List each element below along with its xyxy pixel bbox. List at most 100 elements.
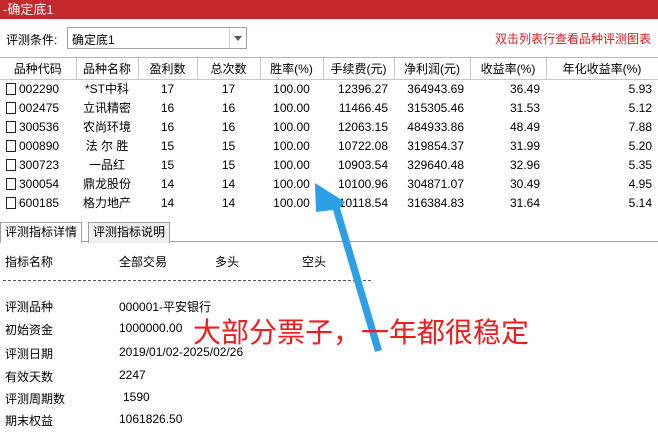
document-icon [6,177,16,190]
divider [3,280,371,281]
document-icon [6,101,16,114]
cell-return-rate: 31.64 [509,195,540,210]
cell-total-count: 17 [221,81,236,96]
document-icon [6,120,16,133]
col-header-win-rate[interactable]: 胜率(%) [260,58,324,80]
detail-header-metric: 指标名称 [5,255,54,269]
cell-return-rate: 31.53 [509,100,540,115]
condition-select[interactable]: 确定底1 [67,27,247,49]
table-row[interactable]: 300723 一品红 15 15 100.00 10903.54 329640.48 32.9… [0,155,658,174]
detail-label: 有效天数 [5,370,54,384]
detail-value: 1000000.00 [119,321,183,335]
cell-stock-code: 002290 [0,79,76,98]
cell-total-count: 16 [221,119,236,134]
cell-annual-return: 5.20 [628,138,652,153]
cell-annual-return: 4.95 [628,176,652,191]
cell-annual-return: 5.93 [628,81,652,96]
cell-annual-return: 5.12 [628,100,652,115]
condition-select-value: 确定底1 [72,33,115,47]
cell-win-rate: 100.00 [273,195,310,210]
cell-profit-count: 17 [160,81,175,96]
col-header-profit-count[interactable]: 盈利数 [138,58,198,80]
cell-return-rate: 31.99 [509,138,540,153]
col-header-net-profit[interactable]: 净利润(元) [394,58,471,80]
detail-header-short: 空头 [302,255,327,269]
cell-text: 300723 [19,157,60,172]
col-header-return[interactable]: 收益率(%) [470,58,547,80]
cell-annual-return: 5.35 [628,157,652,172]
cell-fee: 10722.08 [337,138,388,153]
cell-stock-name: 鼎龙股份 [82,177,131,191]
col-header-annual-return[interactable]: 年化收益率(%) [546,58,658,80]
cell-net-profit: 364943.69 [407,81,464,96]
cell-text: 600185 [19,195,60,210]
cell-stock-code: 300536 [0,117,76,136]
cell-stock-code: 300054 [0,174,76,193]
table-header-row: 品种代码 品种名称 盈利数 总次数 胜率(%) 手续费(元) 净利润(元) 收益… [0,58,658,80]
result-table: 品种代码 品种名称 盈利数 总次数 胜率(%) 手续费(元) 净利润(元) 收益… [0,57,658,214]
detail-tabs: 评测指标详情 评测指标说明 [0,220,658,244]
detail-label: 期末权益 [5,414,54,428]
cell-win-rate: 100.00 [273,138,310,153]
cell-stock-code: 600185 [0,193,76,212]
cell-profit-count: 15 [160,138,175,153]
cell-text: 300054 [19,176,60,191]
cell-total-count: 15 [221,157,236,172]
detail-header-long: 多头 [215,255,240,269]
cell-text: 000890 [19,138,60,153]
toolbar: 评测条件: 确定底1 双击列表行查看品种评测图表 [0,19,658,57]
cell-win-rate: 100.00 [273,81,310,96]
document-icon [6,158,16,171]
condition-label: 评测条件: [6,33,58,47]
cell-annual-return: 7.88 [628,119,652,134]
cell-total-count: 16 [221,100,236,115]
table-row[interactable]: 002475 立讯精密 16 16 100.00 11466.45 315305.46 31.… [0,98,658,117]
cell-annual-return: 5.14 [628,195,652,210]
hint-text: 双击列表行查看品种评测图表 [494,32,651,46]
col-header-code[interactable]: 品种代码 [0,58,77,80]
document-icon [6,82,16,95]
tab-metric-description[interactable]: 评测指标说明 [88,222,171,243]
cell-win-rate: 100.00 [273,119,310,134]
table-row[interactable]: 002290 *ST中科 17 17 100.00 12396.27 364943.69 36… [0,79,658,98]
cell-net-profit: 319854.37 [407,138,464,153]
chevron-down-icon[interactable] [229,28,246,48]
cell-stock-code: 300723 [0,155,76,174]
detail-value: 1590 [123,390,150,404]
cell-net-profit: 316384.83 [407,195,464,210]
cell-text: 002290 [19,81,60,96]
detail-label: 初始资金 [5,323,54,337]
cell-profit-count: 14 [160,195,175,210]
detail-value: 1061826.50 [119,412,183,426]
cell-stock-code: 000890 [0,136,76,155]
table-row[interactable]: 600185 格力地产 14 14 100.00 10118.54 316384.83 31.… [0,193,658,212]
cell-return-rate: 32.96 [509,157,540,172]
detail-label: 评测日期 [5,347,54,361]
cell-profit-count: 16 [160,119,175,134]
cell-win-rate: 100.00 [273,100,310,115]
cell-stock-name: 格力地产 [82,196,131,210]
cell-total-count: 15 [221,138,236,153]
cell-win-rate: 100.00 [273,176,310,191]
cell-fee: 10100.96 [337,176,388,191]
col-header-fee[interactable]: 手续费(元) [323,58,395,80]
cell-net-profit: 304871.07 [407,176,464,191]
detail-label: 评测品种 [5,300,54,314]
cell-stock-name: 农尚环境 [82,120,131,134]
cell-text: 002475 [19,100,60,115]
cell-profit-count: 14 [160,176,175,191]
cell-fee: 10903.54 [337,157,388,172]
table-row[interactable]: 300536 农尚环境 16 16 100.00 12063.15 484933.86 48.… [0,117,658,136]
tab-metric-details[interactable]: 评测指标详情 [0,222,83,244]
cell-win-rate: 100.00 [273,157,310,172]
col-header-name[interactable]: 品种名称 [76,58,139,80]
window-title: -确定底1 [0,0,658,19]
table-row[interactable]: 300054 鼎龙股份 14 14 100.00 10100.96 304871.07 30.… [0,174,658,193]
annotation-text: 大部分票子，一年都很稳定 [193,316,530,349]
cell-stock-name: 一品红 [88,158,125,172]
cell-return-rate: 48.49 [509,119,540,134]
col-header-total-count[interactable]: 总次数 [197,58,261,80]
table-row[interactable]: 000890 法 尔 胜 15 15 100.00 10722.08 319854.37 31… [0,136,658,155]
cell-fee: 12396.27 [337,81,388,96]
cell-stock-name: 法 尔 胜 [85,139,129,153]
